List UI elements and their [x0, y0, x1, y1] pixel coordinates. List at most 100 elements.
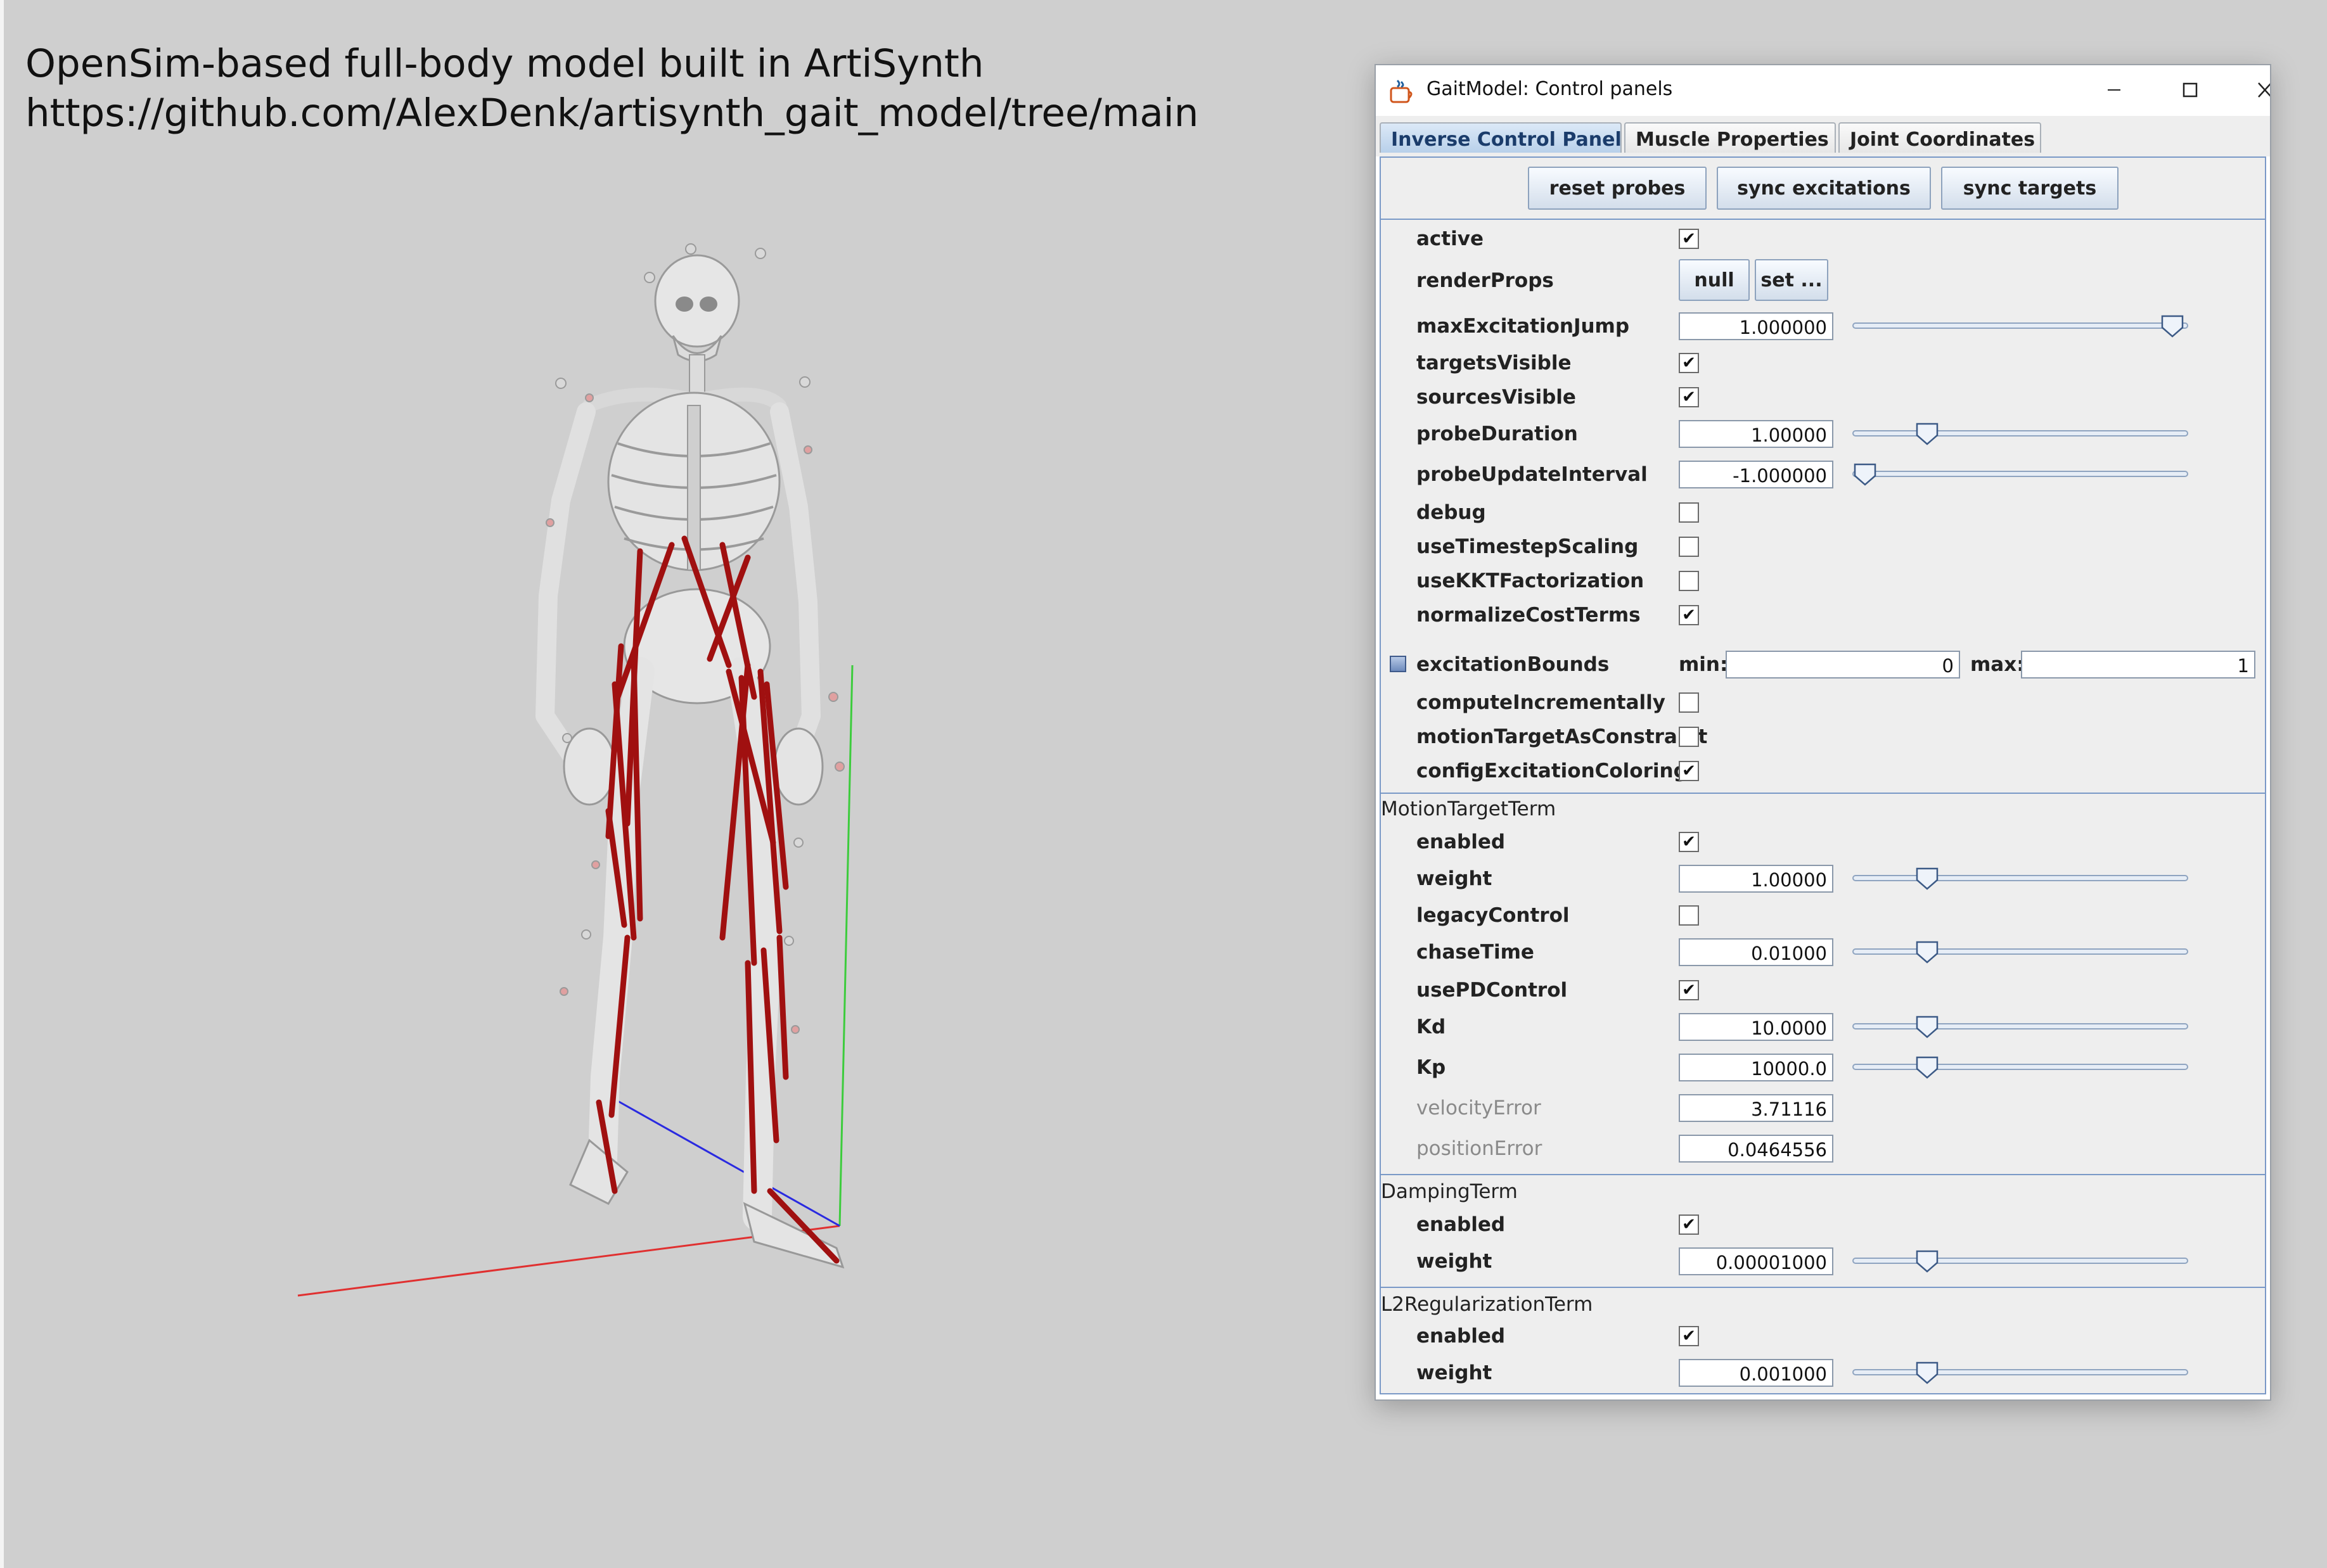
slider-thumb-icon[interactable] — [1914, 866, 1940, 891]
chasetime-slider[interactable] — [1852, 938, 2188, 966]
maximize-icon[interactable] — [2170, 74, 2208, 106]
usetimestepscaling-checkbox[interactable] — [1679, 537, 1699, 557]
mtt-enabled-label: enabled — [1416, 831, 1506, 853]
separator — [1381, 1174, 2265, 1175]
excitationbounds-max-field[interactable]: 1 — [2021, 651, 2255, 679]
kp-field[interactable]: 10000.0 — [1679, 1054, 1833, 1081]
y-axis — [838, 665, 854, 1227]
left-arm — [535, 402, 596, 763]
separator — [1381, 1287, 2265, 1288]
slider-track[interactable] — [1852, 471, 2188, 477]
slider-track[interactable] — [1852, 322, 2188, 329]
usepdcontrol-checkbox[interactable]: ✔ — [1679, 980, 1699, 1000]
slider-track[interactable] — [1852, 1064, 2188, 1070]
window-title: GaitModel: Control panels — [1426, 78, 1673, 100]
probeupdateinterval-field[interactable]: -1.000000 — [1679, 461, 1833, 488]
active-label: active — [1416, 227, 1484, 250]
dampingterm-header: DampingTerm — [1381, 1180, 1518, 1203]
probeupdateinterval-label: probeUpdateInterval — [1416, 463, 1648, 486]
l2-weight-field[interactable]: 0.001000 — [1679, 1359, 1833, 1387]
z-axis — [617, 1100, 840, 1227]
slider-thumb-icon[interactable] — [1914, 1360, 1940, 1386]
usekktfactorization-checkbox[interactable] — [1679, 571, 1699, 591]
slider-track[interactable] — [1852, 875, 2188, 881]
targetsvisible-checkbox[interactable]: ✔ — [1679, 353, 1699, 373]
close-icon[interactable] — [2246, 74, 2271, 106]
kd-label: Kd — [1416, 1016, 1446, 1038]
null-button[interactable]: null — [1679, 259, 1750, 301]
mtt-weight-field[interactable]: 1.00000 — [1679, 865, 1833, 893]
tab-joint-coordinates[interactable]: Joint Coordinates — [1838, 122, 2041, 153]
slider-track[interactable] — [1852, 430, 2188, 437]
probeduration-field[interactable]: 1.00000 — [1679, 420, 1833, 448]
l2-weight-slider[interactable] — [1852, 1359, 2188, 1387]
model-viewer[interactable] — [0, 0, 1362, 1568]
kd-field[interactable]: 10.0000 — [1679, 1013, 1833, 1041]
mtt-weight-slider[interactable] — [1852, 865, 2188, 893]
slider-track[interactable] — [1852, 948, 2188, 955]
usetimestepscaling-label: useTimestepScaling — [1416, 535, 1639, 558]
slider-thumb-icon[interactable] — [1852, 462, 1878, 487]
computeincrementally-checkbox[interactable] — [1679, 692, 1699, 713]
skull — [654, 254, 740, 348]
motiontargetasconstraint-checkbox[interactable] — [1679, 727, 1699, 747]
maxexcitationjump-label: maxExcitationJump — [1416, 315, 1630, 338]
damping-enabled-label: enabled — [1416, 1213, 1506, 1236]
excitationbounds-label: excitationBounds — [1416, 653, 1610, 676]
title-bar[interactable]: GaitModel: Control panels — [1376, 65, 2270, 116]
slider-thumb-icon[interactable] — [1914, 940, 1940, 965]
excitationbounds-max-label: max: — [1970, 653, 2025, 676]
sync-excitations-button[interactable]: sync excitations — [1717, 167, 1931, 210]
damping-enabled-checkbox[interactable]: ✔ — [1679, 1214, 1699, 1235]
tab-muscle-properties[interactable]: Muscle Properties — [1624, 122, 1836, 153]
maxexcitationjump-field[interactable]: 1.000000 — [1679, 312, 1833, 340]
tab-inverse-control-panel[interactable]: Inverse Control Panel — [1380, 122, 1622, 153]
sync-targets-button[interactable]: sync targets — [1941, 167, 2119, 210]
l2regularizationterm-header: L2RegularizationTerm — [1381, 1293, 1593, 1316]
slider-track[interactable] — [1852, 1023, 2188, 1029]
kp-label: Kp — [1416, 1056, 1446, 1079]
excitationbounds-expand-icon[interactable] — [1390, 656, 1406, 672]
slider-thumb-icon[interactable] — [1914, 1055, 1940, 1080]
l2-enabled-checkbox[interactable]: ✔ — [1679, 1326, 1699, 1346]
positionerror-field[interactable]: 0.0464556 — [1679, 1135, 1833, 1163]
probeduration-label: probeDuration — [1416, 423, 1578, 445]
slider-thumb-icon[interactable] — [1914, 421, 1940, 447]
reset-probes-button[interactable]: reset probes — [1528, 167, 1707, 210]
minimize-icon[interactable] — [2095, 74, 2133, 106]
motiontargetasconstraint-label: motionTargetAsConstraint — [1416, 725, 1708, 748]
sourcesvisible-label: sourcesVisible — [1416, 386, 1576, 409]
kp-slider[interactable] — [1852, 1054, 2188, 1081]
motiontargetterm-header: MotionTargetTerm — [1381, 798, 1556, 820]
active-checkbox[interactable]: ✔ — [1679, 229, 1699, 249]
slider-thumb-icon[interactable] — [1914, 1014, 1940, 1040]
slider-thumb-icon[interactable] — [1914, 1249, 1940, 1274]
excitationbounds-min-label: min: — [1679, 653, 1728, 676]
configexcitationcoloring-checkbox[interactable]: ✔ — [1679, 761, 1699, 781]
chasetime-field[interactable]: 0.01000 — [1679, 938, 1833, 966]
separator — [1381, 793, 2265, 794]
slider-track[interactable] — [1852, 1369, 2188, 1375]
renderprops-label: renderProps — [1416, 269, 1554, 292]
maxexcitationjump-slider[interactable] — [1852, 312, 2188, 340]
skeleton-model — [535, 254, 845, 1269]
legacycontrol-checkbox[interactable] — [1679, 905, 1699, 926]
sourcesvisible-checkbox[interactable]: ✔ — [1679, 387, 1699, 407]
damping-weight-field[interactable]: 0.00001000 — [1679, 1247, 1833, 1275]
velocityerror-field[interactable]: 3.71116 — [1679, 1094, 1833, 1122]
probeduration-slider[interactable] — [1852, 420, 2188, 448]
excitationbounds-min-field[interactable]: 0 — [1726, 651, 1960, 679]
normalizecostterms-checkbox[interactable]: ✔ — [1679, 605, 1699, 625]
damping-weight-slider[interactable] — [1852, 1247, 2188, 1275]
inverse-control-panel: reset probes sync excitations sync targe… — [1380, 156, 2266, 1394]
tab-strip: Inverse Control Panel Muscle Properties … — [1376, 116, 2270, 156]
set-button[interactable]: set ... — [1755, 259, 1828, 301]
control-panels-window[interactable]: GaitModel: Control panels Inverse Contro… — [1375, 64, 2271, 1401]
slider-track[interactable] — [1852, 1258, 2188, 1264]
mtt-enabled-checkbox[interactable]: ✔ — [1679, 832, 1699, 852]
damping-weight-label: weight — [1416, 1250, 1492, 1273]
slider-thumb-icon[interactable] — [2160, 314, 2185, 339]
debug-checkbox[interactable] — [1679, 502, 1699, 523]
kd-slider[interactable] — [1852, 1013, 2188, 1041]
probeupdateinterval-slider[interactable] — [1852, 461, 2188, 488]
